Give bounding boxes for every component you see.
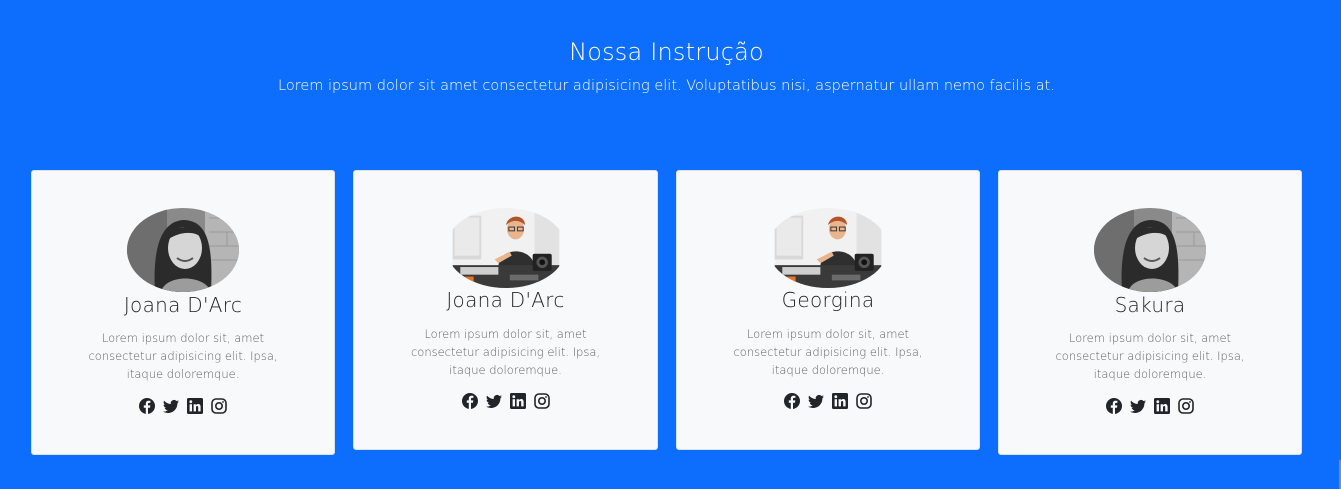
instructor-photo (768, 208, 888, 288)
linkedin-icon[interactable] (187, 398, 203, 414)
instructor-card: Georgina Lorem ipsum dolor sit, amet con… (676, 170, 980, 450)
instructor-name: Joana D'Arc (446, 288, 565, 312)
social-links (677, 393, 979, 409)
social-links (354, 393, 657, 409)
twitter-icon[interactable] (486, 393, 502, 409)
instructor-description: Lorem ipsum dolor sit, amet consectetur … (1055, 331, 1245, 381)
section-title: Nossa Instrução (569, 38, 764, 66)
linkedin-icon[interactable] (510, 393, 526, 409)
instagram-icon[interactable] (1178, 398, 1194, 414)
facebook-icon[interactable] (1106, 398, 1122, 414)
facebook-icon[interactable] (784, 393, 800, 409)
twitter-icon[interactable] (808, 393, 824, 409)
instructor-card: Joana D'Arc Lorem ipsum dolor sit, amet … (31, 170, 335, 455)
instructor-name: Sakura (1114, 293, 1186, 317)
twitter-icon[interactable] (163, 398, 179, 414)
instructor-card: Joana D'Arc Lorem ipsum dolor sit, amet … (353, 170, 658, 450)
instagram-icon[interactable] (534, 393, 550, 409)
instructor-card: Sakura Lorem ipsum dolor sit, amet conse… (998, 170, 1302, 455)
instructor-photo (446, 208, 566, 288)
section-subtitle: Lorem ipsum dolor sit amet consectetur a… (278, 78, 1055, 94)
social-links (32, 398, 334, 414)
instructor-description: Lorem ipsum dolor sit, amet consectetur … (733, 327, 923, 377)
twitter-icon[interactable] (1130, 398, 1146, 414)
facebook-icon[interactable] (462, 393, 478, 409)
instructor-description: Lorem ipsum dolor sit, amet consectetur … (410, 327, 601, 377)
instructor-description: Lorem ipsum dolor sit, amet consectetur … (88, 331, 278, 381)
instructor-photo (1094, 208, 1206, 292)
instructor-name: Georgina (781, 288, 875, 312)
linkedin-icon[interactable] (832, 393, 848, 409)
instagram-icon[interactable] (856, 393, 872, 409)
instructor-photo (127, 208, 239, 292)
social-links (999, 398, 1301, 414)
page: Nossa Instrução Lorem ipsum dolor sit am… (0, 0, 1341, 489)
instructor-name: Joana D'Arc (123, 293, 243, 317)
facebook-icon[interactable] (139, 398, 155, 414)
instagram-icon[interactable] (211, 398, 227, 414)
linkedin-icon[interactable] (1154, 398, 1170, 414)
